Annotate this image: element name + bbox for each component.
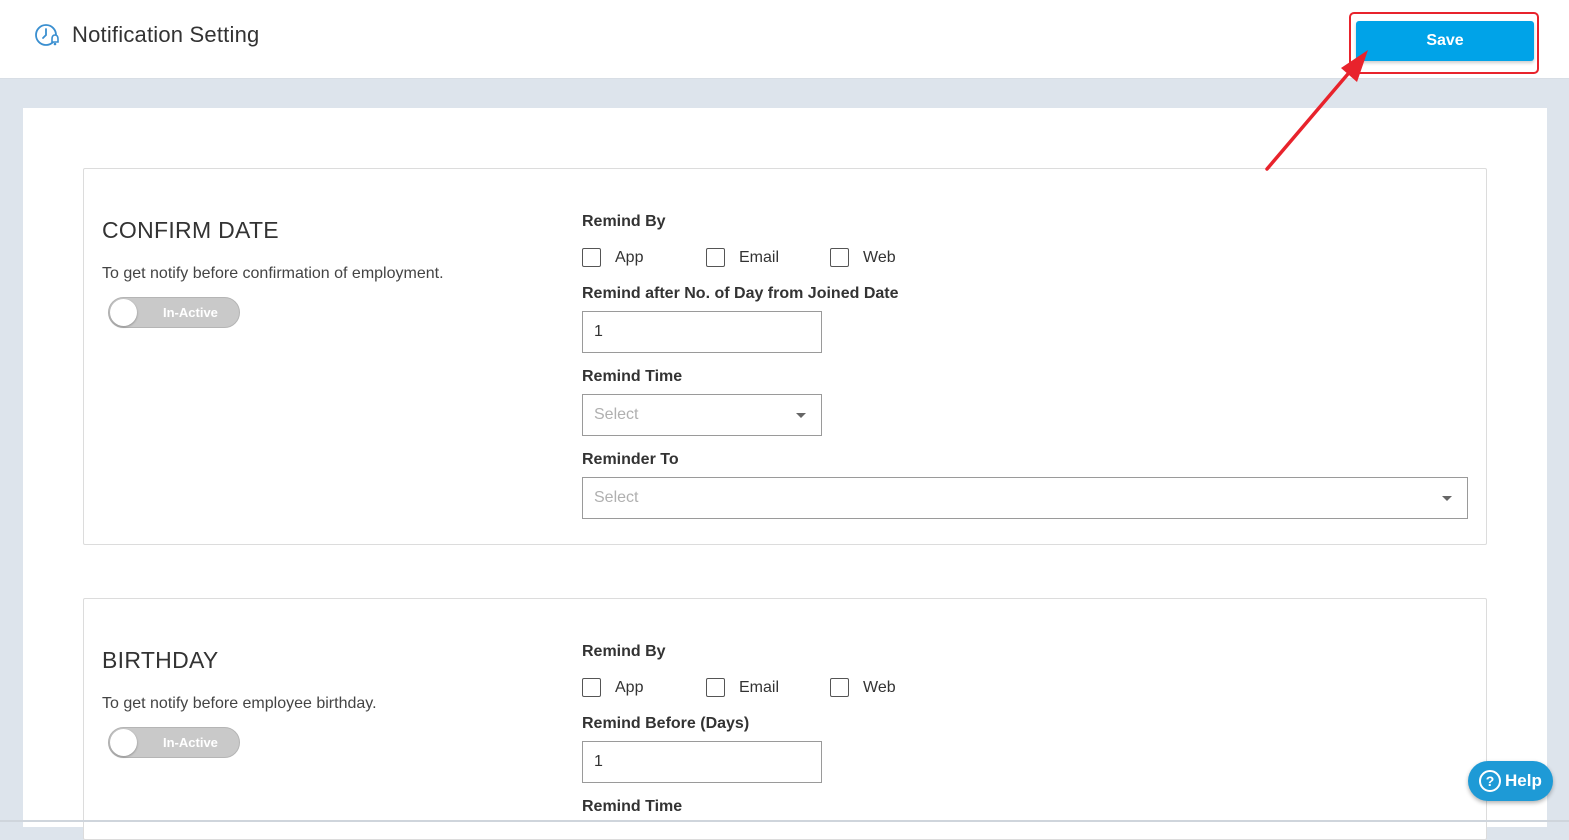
help-icon: ? [1479, 770, 1501, 792]
remind-by-label: Remind By [582, 213, 666, 230]
remind-time-placeholder: Select [594, 406, 639, 423]
web-checkbox-label: Web [863, 249, 896, 266]
section-description: To get notify before confirmation of emp… [102, 265, 444, 282]
web-checkbox[interactable] [830, 678, 849, 697]
email-checkbox[interactable] [706, 678, 725, 697]
remind-time-label: Remind Time [582, 798, 683, 815]
app-checkbox[interactable] [582, 248, 601, 267]
page-title: Notification Setting [72, 22, 260, 47]
chevron-down-icon [796, 413, 806, 418]
toggle-knob [110, 299, 137, 326]
app-checkbox-label: App [615, 249, 644, 266]
section-title: BIRTHDAY [102, 647, 219, 673]
active-toggle[interactable]: In-Active [108, 297, 240, 328]
chevron-down-icon [1442, 496, 1452, 501]
app-checkbox[interactable] [582, 678, 601, 697]
reminder-to-label: Reminder To [582, 451, 679, 468]
reminder-to-select[interactable]: Select [582, 477, 1468, 519]
days-label: Remind after No. of Day from Joined Date [582, 285, 899, 302]
toggle-label: In-Active [163, 735, 218, 750]
email-checkbox[interactable] [706, 248, 725, 267]
remind-by-label: Remind By [582, 643, 666, 660]
web-checkbox[interactable] [830, 248, 849, 267]
confirm-date-section: CONFIRM DATE To get notify before confir… [83, 168, 1487, 545]
reminder-to-placeholder: Select [594, 489, 639, 506]
section-description: To get notify before employee birthday. [102, 695, 377, 712]
remind-time-select[interactable]: Select [582, 394, 822, 436]
section-title: CONFIRM DATE [102, 217, 279, 243]
web-checkbox-label: Web [863, 679, 896, 696]
remind-time-label: Remind Time [582, 368, 683, 385]
toggle-label: In-Active [163, 305, 218, 320]
active-toggle[interactable]: In-Active [108, 727, 240, 758]
main-card: CONFIRM DATE To get notify before confir… [23, 108, 1547, 840]
save-button[interactable]: Save [1356, 21, 1534, 61]
days-label: Remind Before (Days) [582, 715, 750, 732]
help-label: Help [1505, 771, 1542, 790]
birthday-section: BIRTHDAY To get notify before employee b… [83, 598, 1487, 840]
email-checkbox-label: Email [739, 679, 780, 696]
toggle-knob [110, 729, 137, 756]
clock-bell-icon [35, 24, 59, 46]
email-checkbox-label: Email [739, 249, 780, 266]
bottom-divider [0, 820, 1569, 822]
days-input[interactable] [582, 311, 822, 353]
annotation-arrow [1265, 50, 1368, 171]
help-button[interactable]: ? Help [1468, 761, 1553, 801]
app-checkbox-label: App [615, 679, 644, 696]
days-input[interactable] [582, 741, 822, 783]
